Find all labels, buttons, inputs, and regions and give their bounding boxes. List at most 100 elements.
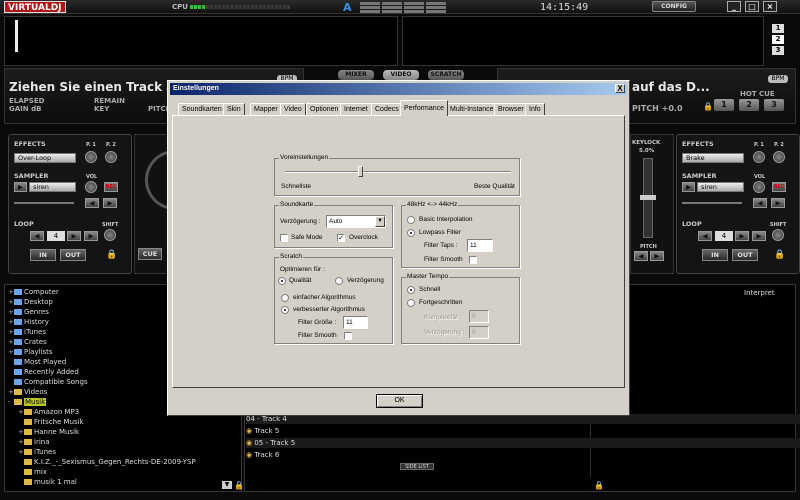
tab-browser[interactable]: Browser (494, 103, 528, 115)
deck-1-button[interactable]: 1 (772, 24, 784, 33)
tab-performance[interactable]: Performance (400, 100, 449, 116)
sampler-prev-button-right[interactable]: ◀ (753, 198, 767, 208)
loop-out-button[interactable]: OUT (60, 249, 86, 261)
tab-soundkarten[interactable]: Soundkarten (178, 103, 226, 115)
sampler-vol-knob[interactable] (85, 181, 97, 193)
loop-halve-button[interactable]: ◀ (30, 231, 44, 241)
loop-lock-icon-right[interactable]: 🔒 (774, 250, 785, 260)
tab-video[interactable]: VIDEO (383, 70, 419, 80)
tree-item[interactable]: Fritsche Musik (18, 417, 84, 427)
loop-shift-knob-right[interactable] (772, 229, 784, 241)
dialog-close-button[interactable]: X (615, 84, 625, 93)
tab-codecs[interactable]: Codecs (371, 103, 403, 115)
tab-mapper[interactable]: Mapper (250, 103, 282, 115)
sampler-select[interactable]: siren (29, 182, 76, 192)
presets-slider-track[interactable] (285, 171, 511, 173)
config-button[interactable]: CONFIG (652, 1, 696, 12)
side-list-button[interactable]: SIDE LIST (400, 463, 434, 470)
effect-param2-knob-right[interactable] (773, 151, 785, 163)
maximize-icon[interactable]: □ (745, 1, 759, 12)
track-row[interactable]: ◉ Track 6 (246, 450, 800, 460)
hot-cue-2-button[interactable]: 2 (739, 99, 759, 111)
tempo-fast-radio[interactable] (407, 286, 415, 294)
sampler-rec-button[interactable]: REC (104, 182, 118, 192)
automix-indicator[interactable]: A (343, 1, 352, 14)
loop-shift-knob[interactable] (104, 229, 116, 241)
tree-item[interactable]: + Computer (8, 287, 59, 297)
loop-toggle-button[interactable]: ▶ (84, 231, 98, 241)
deck-3-button[interactable]: 3 (772, 46, 784, 55)
lock-icon[interactable]: 🔒 (703, 102, 713, 111)
waveform-deck-right[interactable] (402, 16, 764, 66)
presets-slider-thumb[interactable] (358, 166, 363, 177)
deck-2-button[interactable]: 2 (772, 35, 784, 44)
track-row[interactable]: ◉ 05 - Track 5 (246, 438, 800, 448)
loop-lock-icon[interactable]: 🔒 (106, 250, 117, 260)
tree-item[interactable]: Recently Added (8, 367, 79, 377)
tree-item[interactable]: Most Played (8, 357, 66, 367)
overclock-checkbox[interactable]: ✓ (337, 234, 345, 242)
resample-filter-smooth-checkbox[interactable] (469, 256, 477, 264)
waveform-deck-left[interactable] (4, 16, 398, 66)
effect-param1-knob[interactable] (85, 151, 97, 163)
tab-scratch[interactable]: SCRATCH (428, 70, 464, 80)
minimize-icon[interactable]: _ (727, 1, 741, 12)
complexity-input[interactable]: 0 (469, 310, 489, 323)
delay-select[interactable]: Auto ▼ (326, 215, 386, 228)
tree-item[interactable]: + Videos (8, 387, 47, 397)
lowpass-radio[interactable] (407, 229, 415, 237)
filter-taps-input[interactable]: 11 (467, 239, 493, 252)
opt-quality-radio[interactable] (278, 277, 286, 285)
sampler-rec-button-right[interactable]: REC (772, 182, 786, 192)
effect-param2-knob[interactable] (105, 151, 117, 163)
algo-simple-radio[interactable] (281, 294, 289, 302)
sampler-volume-slider-right[interactable] (682, 202, 742, 204)
sampler-vol-knob-right[interactable] (753, 181, 765, 193)
tree-item[interactable]: musik 1 mal (18, 477, 77, 487)
tree-item[interactable]: + History (8, 317, 49, 327)
sampler-volume-slider[interactable] (14, 202, 74, 204)
cue-button[interactable]: CUE (138, 248, 162, 260)
tab-optionen[interactable]: Optionen (306, 103, 343, 115)
effect-select[interactable]: Over-Loop (14, 153, 76, 163)
sampler-select-right[interactable]: siren (697, 182, 744, 192)
close-icon[interactable]: × (763, 1, 777, 12)
track-row[interactable]: ◉ Track 5 (246, 426, 800, 436)
loop-double-button-right[interactable]: ▶ (735, 231, 749, 241)
tempo-advanced-radio[interactable] (407, 299, 415, 307)
tree-item[interactable]: + iTunes (18, 447, 56, 457)
tree-item[interactable]: + Desktop (8, 297, 53, 307)
sampler-next-button-right[interactable]: ▶ (771, 198, 785, 208)
effect-select-right[interactable]: Brake (682, 153, 744, 163)
filter-size-input[interactable]: 11 (343, 316, 368, 329)
effect-param1-knob-right[interactable] (753, 151, 765, 163)
ok-button[interactable]: OK (376, 394, 423, 408)
tree-item[interactable]: mix (18, 467, 47, 477)
tree-item[interactable]: - Musik (8, 397, 47, 407)
scratch-filter-smooth-checkbox[interactable] (344, 332, 352, 340)
tab-internet[interactable]: Internet (340, 103, 372, 115)
sampler-play-button-right[interactable]: ▶ (682, 182, 695, 192)
tree-item[interactable]: + Genres (8, 307, 49, 317)
tree-item[interactable]: + Amazon MP3 (18, 407, 79, 417)
tree-item[interactable]: + Playlists (8, 347, 53, 357)
algo-improved-radio[interactable] (281, 306, 289, 314)
loop-double-button[interactable]: ▶ (67, 231, 81, 241)
tree-item[interactable]: + Crates (8, 337, 47, 347)
loop-toggle-button-right[interactable]: ▶ (752, 231, 766, 241)
loop-in-button-right[interactable]: IN (702, 249, 728, 261)
hot-cue-1-button[interactable]: 1 (714, 99, 734, 111)
pitch-slider-handle[interactable] (640, 195, 656, 200)
sampler-next-button[interactable]: ▶ (103, 198, 117, 208)
tree-item[interactable]: Compatible Songs (8, 377, 88, 387)
tab-video-settings[interactable]: Video (280, 103, 306, 115)
tree-item[interactable]: + Hanne Musik (18, 427, 79, 437)
hot-cue-3-button[interactable]: 3 (764, 99, 784, 111)
safe-mode-checkbox[interactable] (280, 234, 288, 242)
tab-info[interactable]: Info (525, 103, 545, 115)
pitch-down-button[interactable]: ◀ (634, 251, 648, 261)
tempo-delay-input[interactable]: 0 (469, 326, 489, 339)
tree-item[interactable]: K.I.Z._-_Sexismus_Gegen_Rechts-DE-2009-Y… (18, 457, 196, 467)
sampler-play-button[interactable]: ▶ (14, 182, 27, 192)
chevron-down-icon[interactable]: ▼ (375, 216, 385, 227)
